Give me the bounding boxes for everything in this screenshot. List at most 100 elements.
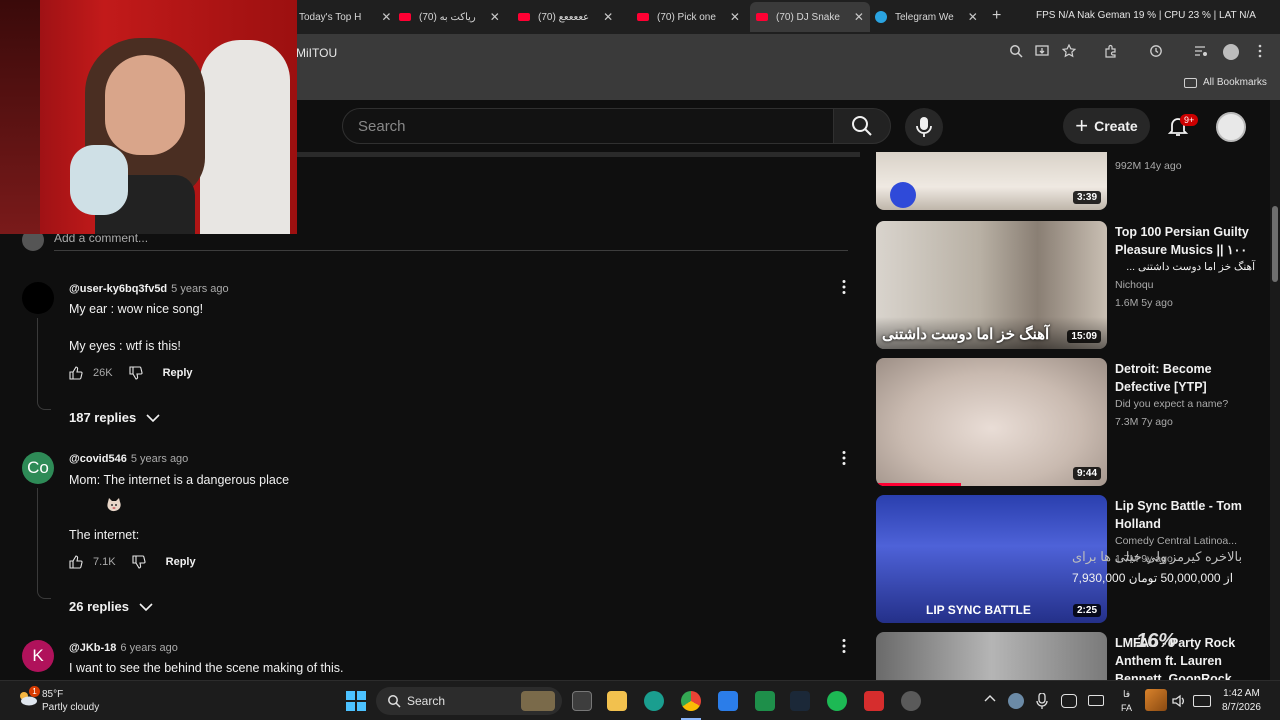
tray-app-icon[interactable]: [1145, 689, 1167, 711]
all-bookmarks-button[interactable]: All Bookmarks: [1184, 77, 1267, 88]
donation-amount: 7,930,000 از 50,000,000 تومان: [1072, 571, 1234, 585]
obs-icon[interactable]: [901, 691, 921, 711]
video-title[interactable]: Detroit: Become Defective [YTP]: [1115, 360, 1255, 396]
channel-name[interactable]: Nichoqu: [1115, 279, 1154, 291]
clipboard-icon[interactable]: [1061, 694, 1077, 708]
search-input[interactable]: Search: [342, 108, 834, 144]
comment-header: @JKb-18 6 years ago: [69, 642, 178, 654]
spotify-icon[interactable]: [827, 691, 847, 711]
system-clock[interactable]: 1:42 AM 8/7/2026: [1222, 687, 1261, 715]
file-explorer-icon[interactable]: [607, 691, 627, 711]
app-red-icon[interactable]: [864, 691, 884, 711]
comment-author[interactable]: @JKb-18: [69, 642, 116, 654]
language-indicator[interactable]: فا FA: [1121, 687, 1132, 715]
close-icon[interactable]: ✕: [730, 10, 740, 24]
video-thumbnail[interactable]: 9:44: [876, 358, 1107, 486]
duration-badge: 2:25: [1072, 604, 1101, 617]
video-title[interactable]: Lip Sync Battle - Tom Holland: [1115, 497, 1255, 533]
thumbnail-caption: LIP SYNC BATTLE: [926, 603, 1031, 617]
dislike-icon[interactable]: [129, 366, 143, 380]
comment-menu-icon[interactable]: [839, 450, 849, 466]
view-replies-button[interactable]: 26 replies: [69, 599, 153, 614]
channel-name[interactable]: Comedy Central Latinoa...: [1115, 535, 1237, 547]
edge-icon[interactable]: [644, 691, 664, 711]
comment-author[interactable]: @covid546: [69, 453, 127, 465]
avatar[interactable]: Co: [22, 452, 54, 484]
clock-date: 8/7/2026: [1222, 702, 1261, 713]
close-icon[interactable]: ✕: [490, 10, 500, 24]
youtube-icon: [399, 13, 411, 21]
video-title[interactable]: Top 100 Persian Guilty Pleasure Musics |…: [1115, 223, 1255, 259]
video-thumbnail[interactable]: آهنگ خز اما دوست داشتنی 15:09: [876, 221, 1107, 349]
history-icon[interactable]: [1148, 44, 1164, 60]
avatar[interactable]: K: [22, 640, 54, 672]
store-icon[interactable]: [718, 691, 738, 711]
close-icon[interactable]: ✕: [381, 10, 391, 24]
bookmark-star-icon[interactable]: [1061, 43, 1077, 60]
video-meta: 7.3M 7y ago: [1115, 416, 1173, 428]
chrome-icon[interactable]: [681, 691, 701, 711]
new-tab-button[interactable]: +: [992, 7, 1001, 25]
reply-button[interactable]: Reply: [163, 367, 193, 379]
view-replies-button[interactable]: 187 replies: [69, 410, 160, 425]
menu-dots-icon[interactable]: [1252, 44, 1268, 60]
windows-start-icon[interactable]: [346, 691, 366, 711]
weather-temp: 85°F: [42, 689, 64, 700]
avatar[interactable]: [22, 282, 54, 314]
url-text[interactable]: MiITOU: [296, 46, 337, 60]
comment-time[interactable]: 5 years ago: [171, 283, 228, 295]
tab-youtube-3[interactable]: (70) Pick one ✕: [637, 6, 740, 28]
performance-overlay: FPS N/A Nak Geman 19 % | CPU 23 % | LAT …: [1036, 10, 1256, 21]
page-scrollbar[interactable]: [1270, 100, 1280, 680]
close-icon[interactable]: ✕: [603, 10, 613, 24]
media-control-icon[interactable]: [1193, 44, 1209, 60]
tab-youtube-active[interactable]: (70) DJ Snake ✕: [750, 2, 870, 32]
chevron-up-icon[interactable]: [984, 693, 996, 705]
speaker-icon[interactable]: [1171, 693, 1187, 709]
app-icon[interactable]: [755, 691, 775, 711]
dislike-icon[interactable]: [132, 555, 146, 569]
notification-count-badge: 9+: [1180, 114, 1199, 126]
extensions-icon[interactable]: [1103, 44, 1119, 60]
tab-youtube-2[interactable]: (70) عععععع ✕: [518, 6, 613, 28]
create-button[interactable]: + Create: [1063, 108, 1150, 144]
tab-youtube-1[interactable]: (70) ریاکت به ✕: [399, 6, 500, 28]
comment-author[interactable]: @user-ky6bq3fv5d: [69, 283, 167, 295]
steam-icon[interactable]: [790, 691, 810, 711]
tab-telegram[interactable]: Telegram We ✕: [875, 6, 978, 28]
thread-curve: [37, 400, 51, 410]
comment-menu-icon[interactable]: [839, 279, 849, 295]
comment-menu-icon[interactable]: [839, 638, 849, 654]
thumbnail-caption: آهنگ خز اما دوست داشتنی: [882, 326, 1050, 343]
scrollbar-thumb[interactable]: [1272, 206, 1278, 282]
profile-avatar[interactable]: [1223, 44, 1239, 60]
comment-text-line: I want to see the behind the scene makin…: [69, 661, 344, 675]
close-icon[interactable]: ✕: [854, 10, 864, 24]
microphone-icon[interactable]: [1036, 692, 1050, 709]
comment-time[interactable]: 5 years ago: [131, 453, 188, 465]
tab-label: (70) ریاکت به: [419, 11, 476, 23]
user-avatar[interactable]: [1216, 112, 1246, 142]
tab-today-top[interactable]: Today's Top H ✕: [299, 6, 391, 28]
reply-button[interactable]: Reply: [166, 556, 196, 568]
video-thumbnail[interactable]: [876, 632, 1107, 680]
video-thumbnail[interactable]: 3:39: [876, 152, 1107, 210]
watch-progress-bar: [876, 483, 961, 486]
comment-time[interactable]: 6 years ago: [120, 642, 177, 654]
install-app-icon[interactable]: [1034, 44, 1050, 60]
task-view-icon[interactable]: [572, 691, 592, 711]
battery-icon[interactable]: [1193, 695, 1211, 707]
weather-widget[interactable]: 85°F Partly cloudy: [42, 688, 99, 714]
close-icon[interactable]: ✕: [968, 10, 978, 24]
screen: Today's Top H ✕ (70) ریاکت به ✕ (70) ععع…: [0, 0, 1280, 720]
create-label: Create: [1094, 118, 1138, 134]
like-icon[interactable]: [69, 555, 83, 569]
network-icon[interactable]: [1008, 693, 1024, 709]
like-icon[interactable]: [69, 366, 83, 380]
search-button[interactable]: [833, 108, 891, 144]
channel-name[interactable]: Did you expect a name?: [1115, 398, 1228, 410]
voice-search-button[interactable]: [905, 108, 943, 146]
zoom-icon[interactable]: [1008, 44, 1024, 60]
taskbar-search[interactable]: Search: [376, 687, 562, 715]
keyboard-icon[interactable]: [1088, 695, 1104, 706]
